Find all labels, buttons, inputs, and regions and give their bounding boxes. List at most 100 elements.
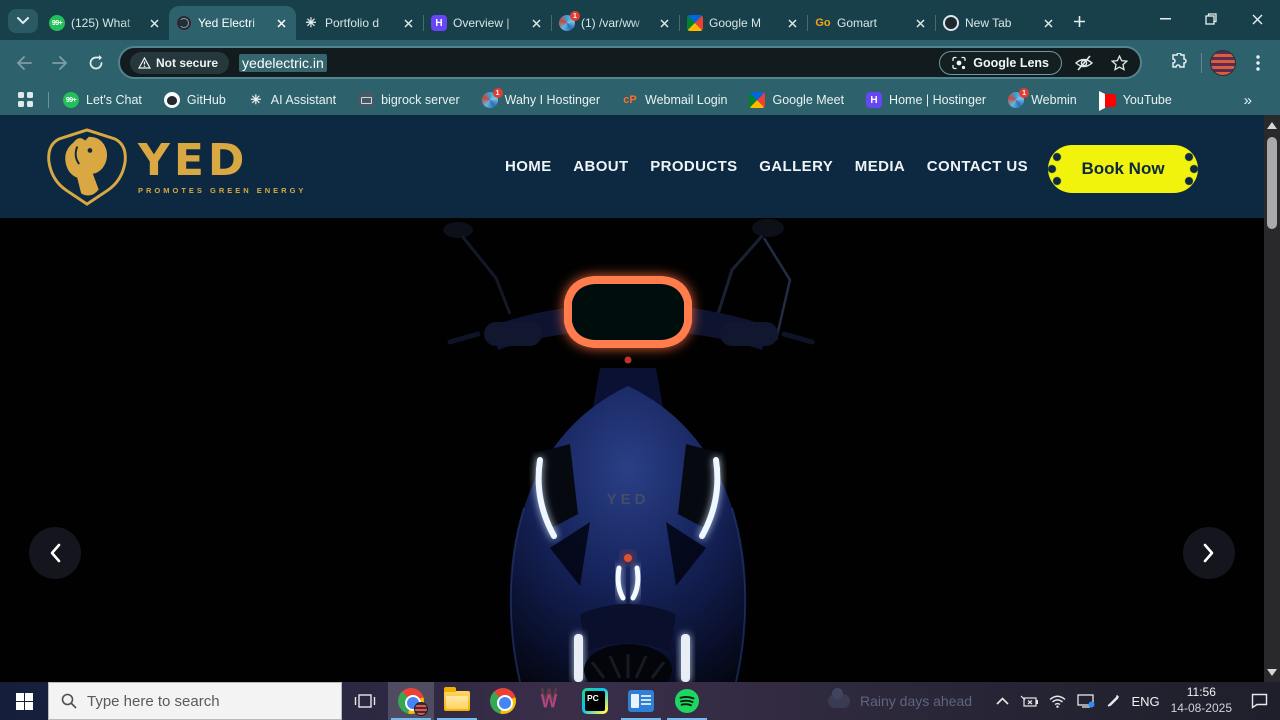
new-tab-button[interactable] xyxy=(1066,8,1092,34)
close-icon[interactable] xyxy=(1040,15,1056,31)
profile-avatar[interactable] xyxy=(1210,50,1236,76)
taskbar-search[interactable] xyxy=(48,682,342,720)
bookmark-youtube[interactable]: YouTube xyxy=(1099,93,1172,107)
tray-expand-chevron[interactable] xyxy=(996,697,1009,705)
taskbar-clock[interactable]: 11:56 14-08-2025 xyxy=(1171,685,1232,716)
taskbar-pycharm[interactable]: PC xyxy=(572,682,618,720)
window-close-button[interactable] xyxy=(1234,0,1280,38)
close-icon[interactable] xyxy=(912,15,928,31)
address-bar[interactable]: Not secure yedelectric.in Google Lens xyxy=(118,46,1142,79)
taskbar-file-explorer[interactable] xyxy=(434,682,480,720)
bookmarks-bar: 99+ Let's Chat GitHub ✳ AI Assistant big… xyxy=(0,85,1280,115)
page-scrollbar[interactable] xyxy=(1264,115,1280,682)
bookmark-lets-chat[interactable]: 99+ Let's Chat xyxy=(63,92,142,108)
notification-badge: 1 xyxy=(1019,88,1029,98)
window-restore-button[interactable] xyxy=(1188,0,1234,38)
bookmark-webmail-login[interactable]: cP Webmail Login xyxy=(622,92,727,108)
taskbar-contacts-app[interactable] xyxy=(618,682,664,720)
reload-icon xyxy=(88,55,104,71)
chrome-icon xyxy=(490,688,516,714)
nav-about[interactable]: ABOUT xyxy=(573,158,628,175)
tab-new-tab[interactable]: New Tab xyxy=(936,6,1063,40)
site-logo[interactable]: YED PROMOTES GREEN ENERGY xyxy=(44,127,306,207)
chevron-up-icon xyxy=(996,697,1009,705)
book-now-button[interactable]: Book Now xyxy=(1048,145,1198,193)
taskbar-chrome-active[interactable] xyxy=(388,682,434,720)
tab-yed-electric-active[interactable]: Yed Electri xyxy=(169,6,296,40)
forward-arrow-icon xyxy=(52,56,68,70)
bookmark-webmin[interactable]: 1 Webmin xyxy=(1008,92,1077,108)
close-icon[interactable] xyxy=(273,15,289,31)
task-view-button[interactable] xyxy=(342,682,388,720)
reload-button[interactable] xyxy=(82,49,110,77)
bookmark-wahy-hostinger[interactable]: 1 Wahy I Hostinger xyxy=(482,92,600,108)
display-cast-status[interactable] xyxy=(1077,694,1095,708)
google-lens-button[interactable]: Google Lens xyxy=(939,51,1062,75)
weather-widget[interactable]: Rainy days ahead xyxy=(828,682,972,720)
close-icon[interactable] xyxy=(656,15,672,31)
url-text[interactable]: yedelectric.in xyxy=(239,54,327,72)
apps-grid-icon[interactable] xyxy=(18,92,34,108)
three-dots-icon xyxy=(1256,55,1260,71)
google-lens-icon xyxy=(952,56,966,70)
scrollbar-thumb[interactable] xyxy=(1267,137,1277,229)
taskbar-chrome-pinned[interactable] xyxy=(480,682,526,720)
bookmark-github[interactable]: GitHub xyxy=(164,92,226,108)
bookmark-label: GitHub xyxy=(187,93,226,107)
nav-media[interactable]: MEDIA xyxy=(855,158,905,175)
window-minimize-button[interactable] xyxy=(1142,0,1188,38)
tab-title: Portfolio d xyxy=(325,16,394,30)
preview-hidden-button[interactable] xyxy=(1071,50,1097,76)
tab-search-button[interactable] xyxy=(8,9,38,33)
site-header: YED PROMOTES GREEN ENERGY HOME ABOUT PRO… xyxy=(0,115,1280,218)
youtube-icon xyxy=(1099,94,1116,107)
close-icon[interactable] xyxy=(146,15,162,31)
extensions-button[interactable] xyxy=(1165,49,1193,77)
logo-text: YED PROMOTES GREEN ENERGY xyxy=(138,139,306,195)
bookmark-google-meet[interactable]: Google Meet xyxy=(749,92,844,108)
language-indicator[interactable]: ENG xyxy=(1131,694,1159,709)
taskbar-spotify[interactable] xyxy=(664,682,710,720)
close-icon[interactable] xyxy=(528,15,544,31)
bookmark-home-hostinger[interactable]: H Home | Hostinger xyxy=(866,92,986,108)
pen-icon xyxy=(1106,694,1120,708)
cpanel-icon: cP xyxy=(622,92,638,108)
browser-menu-button[interactable] xyxy=(1244,49,1272,77)
scroll-up-arrow[interactable] xyxy=(1264,117,1280,133)
wifi-status[interactable] xyxy=(1049,695,1066,708)
nav-home[interactable]: HOME xyxy=(505,158,552,175)
yed-favicon-icon xyxy=(176,15,192,31)
scroll-down-arrow[interactable] xyxy=(1264,664,1280,680)
back-button[interactable] xyxy=(10,49,38,77)
bookmark-star-button[interactable] xyxy=(1106,50,1132,76)
close-icon[interactable] xyxy=(784,15,800,31)
search-input[interactable] xyxy=(87,693,317,710)
pen-status[interactable] xyxy=(1106,694,1120,708)
nav-contact-us[interactable]: CONTACT US xyxy=(927,158,1028,175)
nav-gallery[interactable]: GALLERY xyxy=(759,158,833,175)
start-button[interactable] xyxy=(0,682,48,720)
chevron-left-icon xyxy=(49,543,61,563)
bookmarks-overflow-chevron[interactable]: » xyxy=(1244,92,1252,109)
forward-button[interactable] xyxy=(46,49,74,77)
tab-google-meet[interactable]: Google M xyxy=(680,6,807,40)
carousel-next-button[interactable] xyxy=(1183,527,1235,579)
action-center-button[interactable] xyxy=(1251,693,1268,709)
taskbar-wamp[interactable]: ꓪ xyxy=(526,682,572,720)
pycharm-icon: PC xyxy=(582,688,608,714)
bookmark-ai-assistant[interactable]: ✳ AI Assistant xyxy=(248,92,336,108)
google-meet-icon xyxy=(749,92,765,108)
carousel-prev-button[interactable] xyxy=(29,527,81,579)
bookmark-bigrock[interactable]: bigrock server xyxy=(358,92,460,108)
battery-status[interactable] xyxy=(1020,695,1038,707)
tab-gomart[interactable]: Go Gomart xyxy=(808,6,935,40)
tab-overview[interactable]: H Overview | xyxy=(424,6,551,40)
security-chip[interactable]: Not secure xyxy=(130,52,229,74)
chevron-right-icon xyxy=(1203,543,1215,563)
chrome-icon xyxy=(943,15,959,31)
tab-portfolio[interactable]: ✳ Portfolio d xyxy=(296,6,423,40)
tab-whatsapp[interactable]: 99+ (125) What xyxy=(42,6,169,40)
close-icon[interactable] xyxy=(400,15,416,31)
tab-var-www[interactable]: 1 (1) /var/ww xyxy=(552,6,679,40)
nav-products[interactable]: PRODUCTS xyxy=(650,158,737,175)
